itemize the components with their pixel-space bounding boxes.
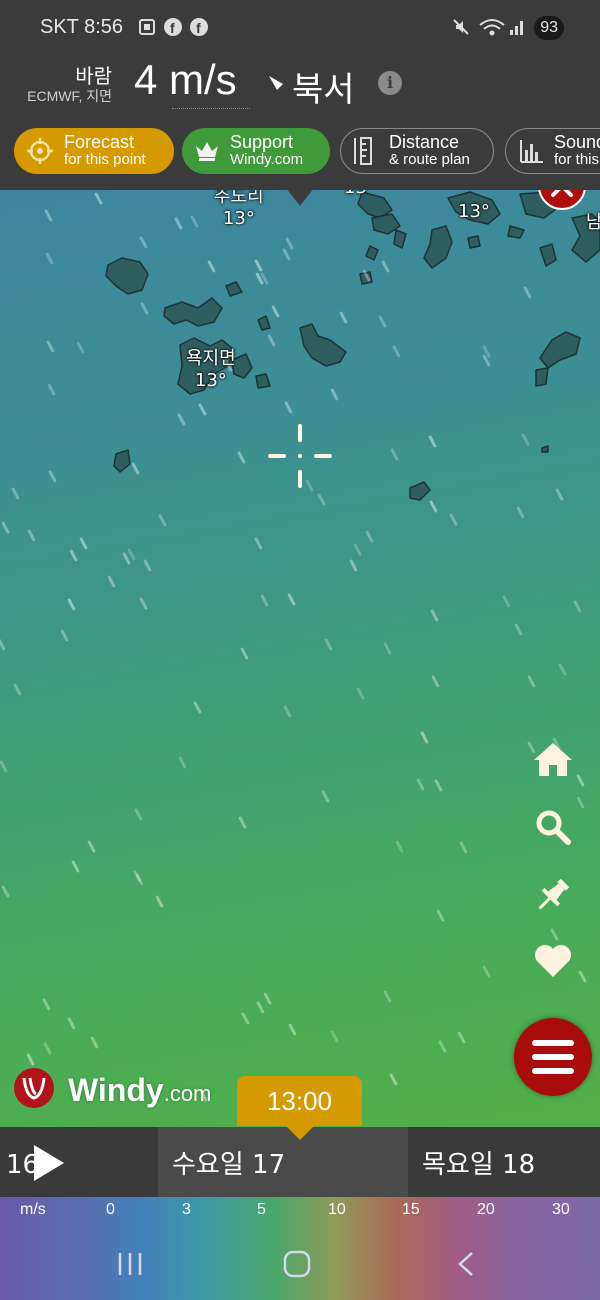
place-name: 욕지면 [186, 348, 236, 369]
info-icon[interactable]: i [378, 71, 402, 95]
search-icon[interactable] [532, 806, 574, 848]
svg-text:f: f [170, 20, 175, 36]
place-temperature: 13° [222, 208, 255, 229]
pill-sublabel: Windy.com [230, 151, 304, 168]
forecast-point-button[interactable]: Forecast for this point [14, 128, 174, 174]
signal-icon [510, 21, 523, 35]
timeline-day-next[interactable]: 목요일 18 [422, 1127, 535, 1197]
home-icon[interactable] [532, 738, 574, 780]
svg-text:f: f [196, 20, 201, 36]
menu-icon [532, 1054, 574, 1060]
legend-tick: 15 [402, 1201, 420, 1218]
recent-apps-icon[interactable] [114, 1249, 146, 1279]
action-pills: Forecast for this point Support Windy.com … [0, 120, 600, 190]
place-label: 욕지면 13° [186, 348, 236, 392]
windy-logo-icon [14, 1068, 54, 1108]
wind-header: 바람 ECMWF, 지면 4 m/s 북서 i [0, 56, 600, 120]
wind-map[interactable]: 추도리 13° 욕지면 13° 13° 13 남 [0, 190, 600, 1127]
support-windy-button[interactable]: Support Windy.com [182, 128, 330, 174]
pill-sublabel: for this point [554, 151, 600, 168]
sounding-button[interactable]: Soundingfor this point [505, 128, 600, 174]
legend-unit: m/s [20, 1201, 46, 1218]
place-label: 추도리 13° [214, 190, 264, 230]
menu-icon [532, 1068, 574, 1074]
place-label-partial: 13 [344, 190, 367, 199]
crown-icon [196, 142, 218, 161]
facebook-icon: f [164, 18, 182, 36]
brand-suffix: .com [163, 1081, 212, 1106]
brand-name: Windy [68, 1072, 164, 1108]
battery-indicator: 93 [534, 16, 564, 40]
wind-direction-arrow-icon [269, 76, 283, 90]
status-bar: SKT 8:56 f f 93 [0, 0, 600, 58]
home-nav-icon[interactable] [282, 1249, 312, 1279]
islands-layer [105, 191, 600, 501]
windy-brand[interactable]: Windy.com [68, 1072, 211, 1109]
wind-value-underline [172, 108, 250, 109]
place-temperature: 13° [458, 201, 490, 222]
place-name: 추도리 [214, 190, 264, 207]
pill-pointer [286, 188, 314, 206]
pill-label: Sounding [554, 132, 600, 152]
facebook-icon: f [190, 18, 208, 36]
pill-sublabel: & route plan [389, 151, 470, 168]
layer-model[interactable]: ECMWF, 지면 [27, 86, 112, 106]
place-label-partial: 남 [586, 212, 600, 233]
pill-sublabel: for this point [64, 151, 146, 168]
time-indicator-tip [286, 1126, 314, 1140]
mute-icon [453, 19, 469, 35]
chart-icon [520, 140, 543, 163]
distance-route-button[interactable]: Distance & route plan [340, 128, 494, 174]
pill-label: Distance [389, 132, 460, 152]
pin-icon[interactable] [532, 874, 574, 916]
play-icon[interactable] [34, 1145, 64, 1181]
pill-label: Forecast [64, 132, 135, 152]
legend-tick: 3 [182, 1201, 191, 1218]
ruler-icon [354, 137, 372, 165]
crosshair-icon [27, 138, 53, 164]
close-button[interactable] [538, 190, 586, 210]
wind-direction: 북서 [292, 70, 355, 110]
legend-tick: 10 [328, 1201, 346, 1218]
close-icon [551, 190, 573, 197]
screenshot-icon [139, 19, 155, 35]
timeline-day-current[interactable]: 수요일 17 [158, 1127, 408, 1197]
place-label: 13° [458, 201, 490, 223]
menu-icon [532, 1040, 574, 1046]
legend-tick: 0 [106, 1201, 115, 1218]
wifi-icon [479, 19, 505, 36]
time-indicator[interactable]: 13:00 [237, 1076, 362, 1126]
legend-tick: 30 [552, 1201, 570, 1218]
layer-name[interactable]: 바람 [75, 60, 112, 89]
legend-tick: 20 [477, 1201, 495, 1218]
heart-icon[interactable] [532, 940, 574, 982]
main-menu-button[interactable] [514, 1018, 592, 1096]
back-icon[interactable] [452, 1249, 478, 1279]
wind-value[interactable]: 4 m/s [134, 56, 237, 104]
place-temperature: 13° [194, 370, 227, 391]
carrier-time: SKT 8:56 [40, 16, 124, 38]
map-crosshair-icon [268, 424, 332, 488]
pill-label: Support [230, 132, 294, 152]
wind-legend: m/s 0 3 5 10 15 20 30 [0, 1197, 600, 1300]
legend-tick: 5 [257, 1201, 266, 1218]
